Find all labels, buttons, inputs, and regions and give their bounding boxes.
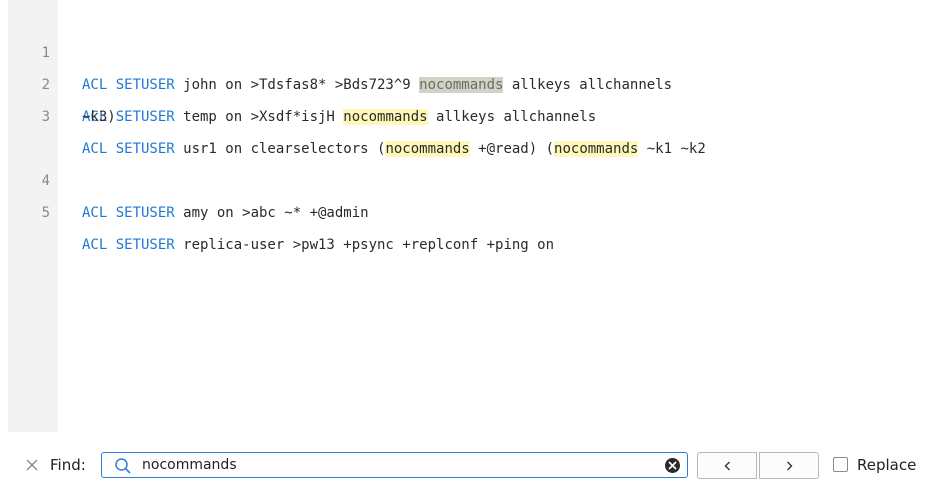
wrapped-line-continuation: ~k3) bbox=[82, 109, 116, 125]
clear-search-button[interactable] bbox=[665, 458, 680, 473]
keyword: ACL SETUSER bbox=[82, 141, 175, 157]
code-text: amy on >abc ~* +@admin bbox=[174, 205, 369, 221]
match-highlight: nocommands bbox=[554, 141, 639, 157]
code-text: temp on >Xsdf*isjH bbox=[174, 109, 344, 125]
chevron-left-icon bbox=[724, 461, 730, 471]
code-line[interactable]: 2 ACL SETUSER temp on >Xsdf*isjH nocomma… bbox=[0, 37, 596, 125]
code-text: ~k1 ~k2 bbox=[638, 141, 706, 157]
chevron-right-icon bbox=[787, 461, 793, 471]
find-field[interactable] bbox=[101, 452, 688, 478]
current-match-highlight: nocommands bbox=[419, 77, 504, 93]
keyword: ACL SETUSER bbox=[82, 205, 175, 221]
code-text: +@read) ( bbox=[469, 141, 555, 157]
code-text: replica-user >pw13 +psync +replconf +pin… bbox=[174, 237, 555, 253]
replace-checkbox[interactable] bbox=[833, 457, 848, 472]
code-line[interactable]: 5 ACL SETUSER replica-user >pw13 +psync … bbox=[0, 165, 554, 253]
code-text: allkeys allchannels bbox=[503, 77, 673, 93]
code-line[interactable]: 1 ACL SETUSER john on >Tdsfas8* >Bds723^… bbox=[0, 5, 672, 93]
code-editor[interactable]: 1 ACL SETUSER john on >Tdsfas8* >Bds723^… bbox=[0, 0, 936, 432]
previous-match-button[interactable] bbox=[697, 452, 757, 479]
code-text: allkeys allchannels bbox=[427, 109, 597, 125]
find-bar: Find: Replace bbox=[0, 442, 936, 491]
keyword: ACL SETUSER bbox=[82, 77, 175, 93]
line-number: 5 bbox=[41, 205, 50, 221]
close-icon[interactable] bbox=[24, 457, 40, 473]
line-number: 3 bbox=[41, 109, 50, 125]
find-label: Find: bbox=[50, 456, 86, 474]
match-highlight: nocommands bbox=[385, 141, 470, 157]
code-text: usr1 on clearselectors ( bbox=[174, 141, 386, 157]
code-line[interactable]: 3 ACL SETUSER usr1 on clearselectors (no… bbox=[0, 69, 706, 157]
code-text: john on >Tdsfas8* >Bds723^9 bbox=[174, 77, 420, 93]
next-match-button[interactable] bbox=[759, 452, 819, 479]
search-icon bbox=[114, 457, 132, 475]
keyword: ACL SETUSER bbox=[82, 237, 175, 253]
find-input[interactable] bbox=[142, 455, 642, 475]
code-line[interactable]: 4 ACL SETUSER amy on >abc ~* +@admin bbox=[0, 133, 369, 221]
replace-label[interactable]: Replace bbox=[857, 455, 916, 475]
match-highlight: nocommands bbox=[343, 109, 428, 125]
